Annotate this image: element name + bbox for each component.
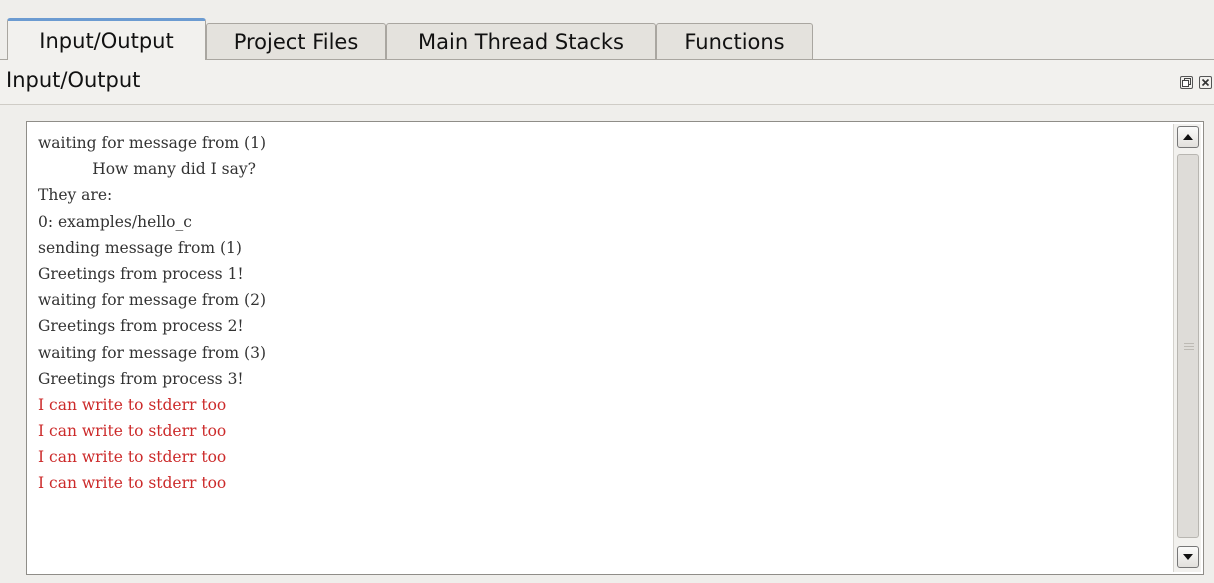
vertical-scrollbar[interactable] — [1173, 124, 1201, 572]
float-window-icon[interactable] — [1180, 76, 1193, 89]
output-pane[interactable]: waiting for message from (1) How many di… — [26, 121, 1204, 575]
tab-label: Project Files — [233, 29, 359, 54]
scroll-grip-line — [1184, 346, 1194, 347]
stdout-line: 0: examples/hello_c — [38, 212, 192, 231]
panel-header: Input/Output — [0, 60, 1214, 104]
stderr-line: I can write to stderr too — [38, 422, 227, 441]
panel-title: Input/Output — [6, 68, 141, 92]
stdout-line: Greetings from process 1! — [38, 264, 244, 283]
scroll-thumb[interactable] — [1177, 154, 1199, 538]
stdout-line: Greetings from process 3! — [38, 369, 244, 388]
stderr-line: I can write to stderr too — [38, 474, 227, 493]
stderr-line: I can write to stderr too — [38, 448, 227, 467]
tab-input-output[interactable]: Input/Output — [7, 18, 206, 60]
stderr-line: I can write to stderr too — [38, 395, 227, 414]
stdout-line: Greetings from process 2! — [38, 317, 244, 336]
stdout-line: sending message from (1) — [38, 238, 242, 257]
tab-label: Functions — [684, 29, 785, 54]
output-text[interactable]: waiting for message from (1) How many di… — [38, 130, 1163, 570]
header-separator — [0, 104, 1214, 105]
tab-label: Input/Output — [39, 28, 174, 53]
stdout-line: waiting for message from (1) — [38, 134, 266, 152]
tab-label: Main Thread Stacks — [418, 29, 624, 54]
scroll-grip-line — [1184, 349, 1194, 350]
tab-bar: Input/Output Project Files Main Thread S… — [0, 0, 1214, 60]
stdout-line: waiting for message from (2) — [38, 291, 266, 310]
tab-project-files[interactable]: Project Files — [206, 23, 386, 59]
stdout-line: They are: — [38, 186, 113, 205]
arrow-down-icon[interactable] — [1177, 546, 1199, 568]
tab-main-thread-stacks[interactable]: Main Thread Stacks — [386, 23, 656, 59]
stdout-line: How many did I say? — [38, 160, 256, 179]
arrow-up-icon[interactable] — [1177, 126, 1199, 148]
close-icon[interactable] — [1199, 76, 1212, 89]
scroll-grip-line — [1184, 343, 1194, 344]
tab-functions[interactable]: Functions — [656, 23, 813, 59]
debugger-window: Input/Output Project Files Main Thread S… — [0, 0, 1214, 583]
stdout-line: waiting for message from (3) — [38, 343, 266, 362]
